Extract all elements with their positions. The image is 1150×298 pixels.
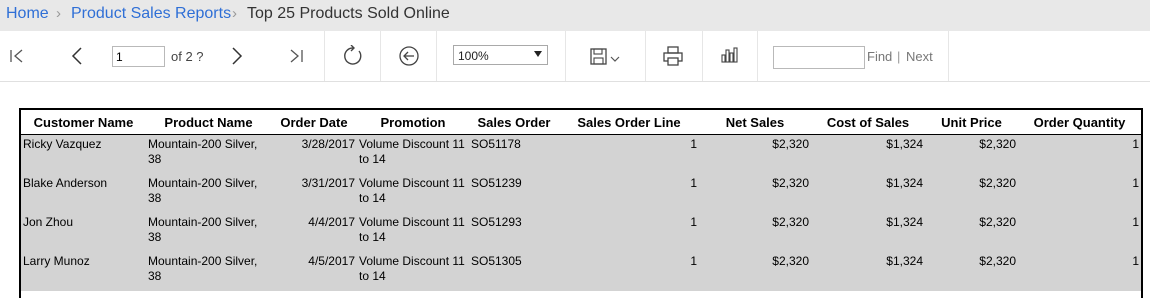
customer-name-cell: Ricky Vazquez — [21, 134, 146, 174]
find-input[interactable] — [773, 46, 865, 69]
chevron-right-icon: › — [232, 5, 237, 22]
report-toolbar: of 2 ? 100% Find | Next — [0, 31, 1150, 82]
refresh-icon — [344, 45, 362, 65]
net-sales-cell: $2,320 — [699, 134, 811, 174]
first-page-button[interactable] — [0, 31, 34, 81]
print-button[interactable] — [656, 31, 690, 81]
sales-table: Customer Name Product Name Order Date Pr… — [21, 110, 1141, 291]
export-button[interactable] — [582, 31, 630, 81]
cost-of-sales-cell: $1,324 — [811, 174, 925, 213]
last-page-button[interactable] — [280, 31, 312, 81]
toolbar-divider — [436, 31, 437, 81]
powerbi-button[interactable] — [713, 31, 747, 81]
order-quantity-cell: 1 — [1018, 213, 1141, 252]
promotion-cell: Volume Discount 11 to 14 — [357, 134, 469, 174]
unit-price-cell: $2,320 — [925, 252, 1018, 291]
last-page-icon — [290, 49, 303, 63]
order-quantity-cell: 1 — [1018, 134, 1141, 174]
order-quantity-cell: 1 — [1018, 174, 1141, 213]
first-page-icon — [10, 49, 23, 63]
previous-page-icon — [71, 47, 82, 65]
print-icon — [663, 46, 683, 66]
toolbar-divider — [645, 31, 646, 81]
toolbar-divider — [380, 31, 381, 81]
column-header[interactable]: Promotion — [357, 110, 469, 135]
report-body: Customer Name Product Name Order Date Pr… — [19, 108, 1143, 298]
customer-name-cell: Jon Zhou — [21, 213, 146, 252]
sales-order-line-cell: 1 — [559, 134, 699, 174]
column-header[interactable]: Sales Order — [469, 110, 559, 135]
product-name-cell: Mountain-200 Silver, 38 — [146, 174, 271, 213]
column-header[interactable]: Order Quantity — [1018, 110, 1141, 135]
breadcrumb: Home › Product Sales Reports › Top 25 Pr… — [0, 0, 1150, 31]
breadcrumb-reports-link[interactable]: Product Sales Reports — [71, 5, 231, 23]
back-icon — [399, 46, 419, 66]
chevron-right-icon: › — [56, 5, 61, 22]
caret-down-icon — [534, 51, 542, 57]
table-row: Jon Zhou Mountain-200 Silver, 38 4/4/201… — [21, 213, 1141, 252]
table-row: Larry Munoz Mountain-200 Silver, 38 4/5/… — [21, 252, 1141, 291]
zoom-select[interactable]: 100% — [453, 45, 548, 65]
page-count-label: of 2 ? — [171, 49, 204, 64]
promotion-cell: Volume Discount 11 to 14 — [357, 174, 469, 213]
sales-order-line-cell: 1 — [559, 252, 699, 291]
toolbar-divider — [565, 31, 566, 81]
promotion-cell: Volume Discount 11 to 14 — [357, 252, 469, 291]
zoom-value: 100% — [458, 49, 489, 63]
unit-price-cell: $2,320 — [925, 213, 1018, 252]
sales-order-cell: SO51293 — [469, 213, 559, 252]
refresh-button[interactable] — [336, 31, 370, 81]
column-header[interactable]: Sales Order Line — [559, 110, 699, 135]
product-name-cell: Mountain-200 Silver, 38 — [146, 252, 271, 291]
net-sales-cell: $2,320 — [699, 252, 811, 291]
net-sales-cell: $2,320 — [699, 174, 811, 213]
back-button[interactable] — [392, 31, 426, 81]
column-header[interactable]: Net Sales — [699, 110, 811, 135]
toolbar-divider — [948, 31, 949, 81]
toolbar-divider — [702, 31, 703, 81]
column-header[interactable]: Customer Name — [21, 110, 146, 135]
order-date-cell: 4/5/2017 — [271, 252, 357, 291]
column-header[interactable]: Product Name — [146, 110, 271, 135]
promotion-cell: Volume Discount 11 to 14 — [357, 213, 469, 252]
cost-of-sales-cell: $1,324 — [811, 134, 925, 174]
unit-price-cell: $2,320 — [925, 174, 1018, 213]
next-page-button[interactable] — [222, 31, 252, 81]
product-name-cell: Mountain-200 Silver, 38 — [146, 134, 271, 174]
table-row: Blake Anderson Mountain-200 Silver, 38 3… — [21, 174, 1141, 213]
customer-name-cell: Larry Munoz — [21, 252, 146, 291]
breadcrumb-current: Top 25 Products Sold Online — [247, 5, 450, 22]
page-number-input[interactable] — [112, 46, 165, 67]
sales-order-line-cell: 1 — [559, 174, 699, 213]
order-date-cell: 3/28/2017 — [271, 134, 357, 174]
sales-order-line-cell: 1 — [559, 213, 699, 252]
cost-of-sales-cell: $1,324 — [811, 213, 925, 252]
find-button[interactable]: Find — [867, 49, 892, 64]
column-header[interactable]: Unit Price — [925, 110, 1018, 135]
sales-order-cell: SO51178 — [469, 134, 559, 174]
customer-name-cell: Blake Anderson — [21, 174, 146, 213]
column-header[interactable]: Order Date — [271, 110, 357, 135]
find-separator: | — [897, 49, 901, 64]
sales-order-cell: SO51239 — [469, 174, 559, 213]
unit-price-cell: $2,320 — [925, 134, 1018, 174]
sales-order-cell: SO51305 — [469, 252, 559, 291]
previous-page-button[interactable] — [62, 31, 92, 81]
order-date-cell: 4/4/2017 — [271, 213, 357, 252]
next-page-icon — [232, 47, 243, 65]
powerbi-icon — [721, 47, 738, 63]
order-date-cell: 3/31/2017 — [271, 174, 357, 213]
cost-of-sales-cell: $1,324 — [811, 252, 925, 291]
product-name-cell: Mountain-200 Silver, 38 — [146, 213, 271, 252]
column-header[interactable]: Cost of Sales — [811, 110, 925, 135]
toolbar-divider — [324, 31, 325, 81]
order-quantity-cell: 1 — [1018, 252, 1141, 291]
table-row: Ricky Vazquez Mountain-200 Silver, 38 3/… — [21, 134, 1141, 174]
toolbar-divider — [757, 31, 758, 81]
save-icon — [590, 48, 620, 65]
find-next-button[interactable]: Next — [906, 49, 933, 64]
breadcrumb-home-link[interactable]: Home — [6, 5, 49, 23]
net-sales-cell: $2,320 — [699, 213, 811, 252]
table-header-row: Customer Name Product Name Order Date Pr… — [21, 110, 1141, 135]
